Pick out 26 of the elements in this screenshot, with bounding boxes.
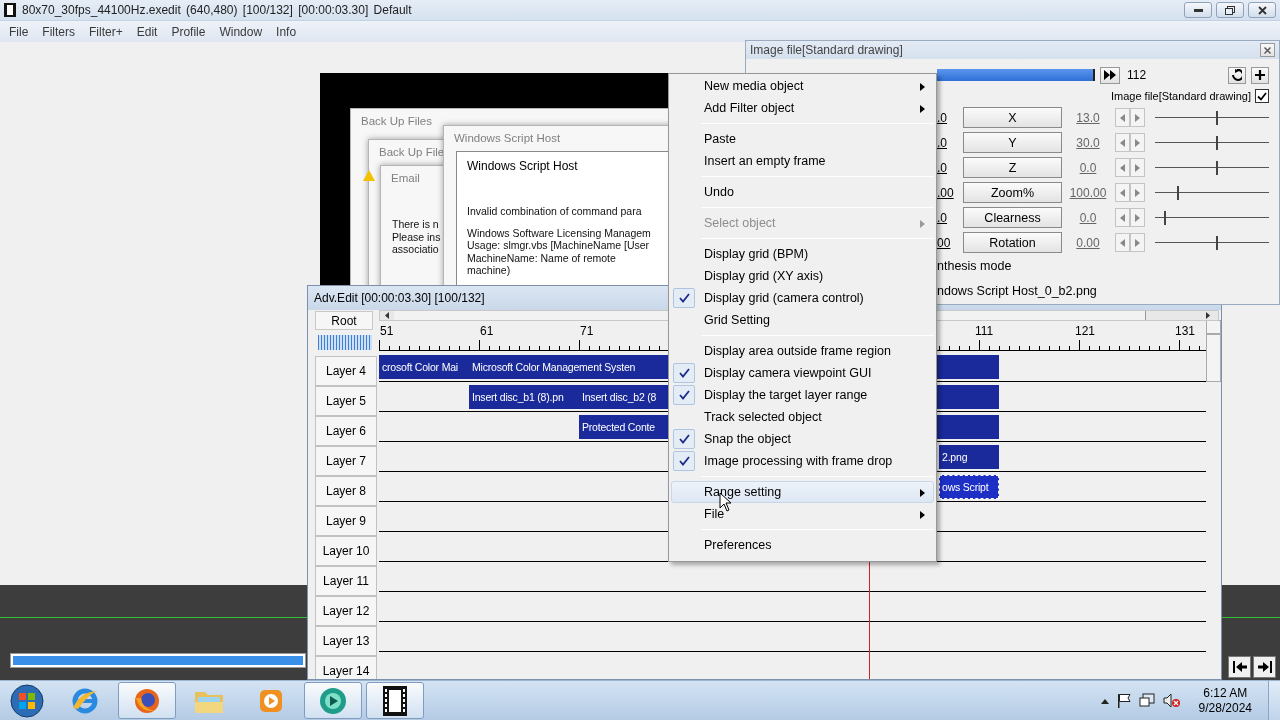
dialog-text: Please ins xyxy=(392,230,441,243)
window-title: 80x70_30fps_44100Hz.exedit (640,480) [100/132] [00:00:03.30] Default xyxy=(22,3,412,17)
message-heading: Windows Script Host xyxy=(467,159,578,173)
dialog-title: Back Up File xyxy=(379,146,445,158)
dialog-title: Email xyxy=(391,172,420,184)
ruler-label: 111 xyxy=(975,324,994,338)
ruler-label: 61 xyxy=(480,324,494,338)
ruler-label: 51 xyxy=(380,324,394,338)
panel-text: ndows Script Host_0_b2.png xyxy=(937,283,1097,300)
message-text: Invalid combination of command para xyxy=(467,205,642,218)
message-text: machine) xyxy=(467,264,511,277)
message-text: Windows Software Licensing Managem xyxy=(467,226,651,239)
panel-title: Image file[Standard drawing] xyxy=(750,43,903,57)
panel-text: nthesis mode xyxy=(937,258,1012,275)
ruler-label: 71 xyxy=(580,324,594,338)
dialog-text: There is n xyxy=(392,218,439,231)
ruler-label: 131 xyxy=(1175,324,1196,338)
timeline-title: Adv.Edit [00:00:03.30] [100/132] xyxy=(314,291,485,305)
message-text: MachineName: Name of remote xyxy=(467,251,616,264)
frame-number: 112 xyxy=(1127,68,1147,82)
message-text: Usage: slmgr.vbs [MachineName [User xyxy=(467,239,650,252)
dialog-title: Windows Script Host xyxy=(454,132,561,144)
dialog-text: associatio xyxy=(392,243,439,256)
dialog-title: Back Up Files xyxy=(361,115,432,127)
ruler-label: 121 xyxy=(1075,324,1096,338)
object-label: Image file[Standard drawing] xyxy=(1110,90,1251,102)
